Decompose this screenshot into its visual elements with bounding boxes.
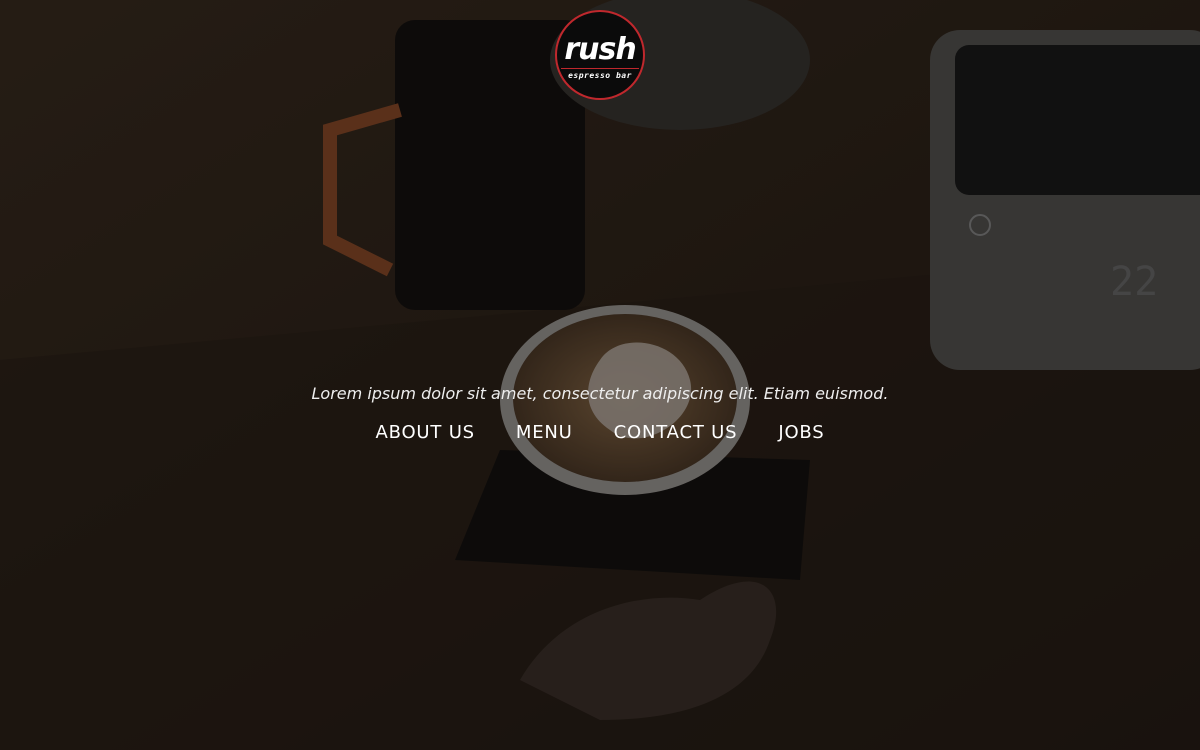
nav-link-contact-us[interactable]: CONTACT US bbox=[614, 422, 738, 443]
logo-divider bbox=[561, 67, 639, 69]
brand-name: rush bbox=[564, 31, 636, 67]
dark-overlay bbox=[0, 0, 1200, 750]
main-nav: ABOUT US MENU CONTACT US JOBS bbox=[0, 422, 1200, 443]
hero-section: 22 rush espresso bar Lorem ipsum dolor s… bbox=[0, 0, 1200, 750]
hero-tagline: Lorem ipsum dolor sit amet, consectetur … bbox=[311, 384, 889, 403]
nav-link-menu[interactable]: MENU bbox=[516, 422, 573, 443]
brand-subtitle: espresso bar bbox=[568, 70, 632, 80]
nav-link-jobs[interactable]: JOBS bbox=[778, 422, 824, 443]
brand-logo[interactable]: rush espresso bar bbox=[555, 10, 645, 100]
nav-link-about-us[interactable]: ABOUT US bbox=[376, 422, 475, 443]
